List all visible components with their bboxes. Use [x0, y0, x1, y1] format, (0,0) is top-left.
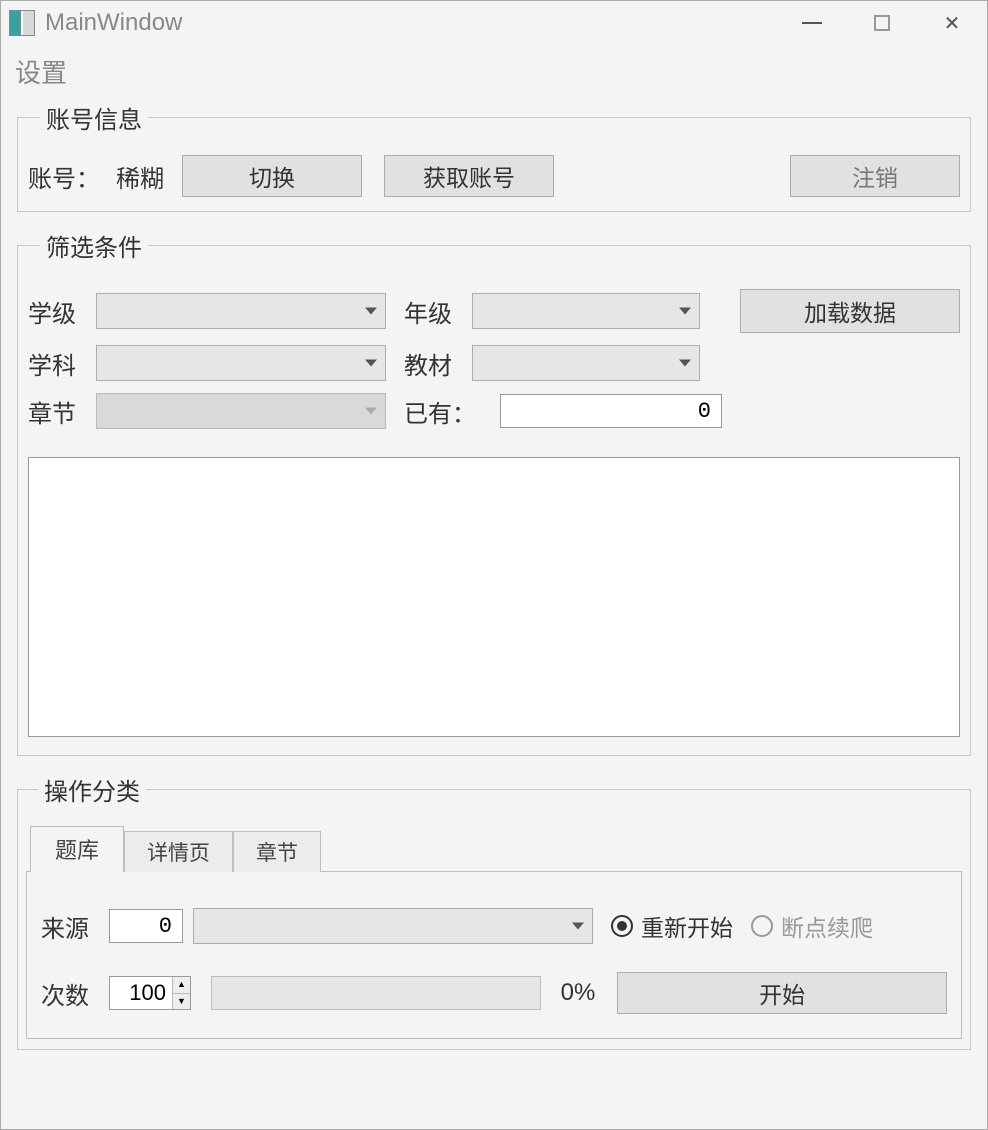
account-label: 账号： [28, 159, 100, 194]
tab-detail[interactable]: 详情页 [124, 831, 233, 872]
textbook-combo[interactable] [472, 345, 700, 381]
tab-bank[interactable]: 题库 [30, 826, 124, 872]
filter-group: 筛选条件 学级 年级 加载数据 学科 教材 章节 已有： [17, 228, 971, 756]
chapter-label: 章节 [28, 394, 86, 429]
chevron-down-icon [365, 308, 377, 315]
level-label: 学级 [28, 294, 86, 329]
chevron-down-icon [365, 408, 377, 415]
settings-heading: 设置 [13, 51, 975, 94]
subject-combo[interactable] [96, 345, 386, 381]
spin-up-icon[interactable]: ▲ [173, 977, 190, 994]
start-button[interactable]: 开始 [617, 972, 947, 1014]
existing-count-field[interactable] [500, 394, 722, 428]
main-window: MainWindow 设置 账号信息 账号： 稀糊 切换 获取账号 注销 筛选条… [0, 0, 988, 1130]
get-account-button[interactable]: 获取账号 [384, 155, 554, 197]
filter-group-legend: 筛选条件 [40, 228, 148, 263]
maximize-button[interactable] [847, 1, 917, 45]
account-group-legend: 账号信息 [40, 100, 148, 135]
radio-restart[interactable]: 重新开始 [611, 909, 733, 943]
chevron-down-icon [679, 360, 691, 367]
window-title: MainWindow [45, 9, 182, 37]
logout-button[interactable]: 注销 [790, 155, 960, 197]
results-listbox[interactable] [28, 457, 960, 737]
source-value-field[interactable] [109, 909, 183, 943]
subject-label: 学科 [28, 346, 86, 381]
switch-account-button[interactable]: 切换 [182, 155, 362, 197]
count-input[interactable] [110, 977, 172, 1009]
app-icon [9, 10, 35, 36]
count-label: 次数 [41, 976, 99, 1011]
grade-combo[interactable] [472, 293, 700, 329]
titlebar: MainWindow [1, 1, 987, 45]
textbook-label: 教材 [404, 346, 462, 381]
spin-down-icon[interactable]: ▼ [173, 994, 190, 1010]
chevron-down-icon [365, 360, 377, 367]
account-group: 账号信息 账号： 稀糊 切换 获取账号 注销 [17, 100, 971, 212]
load-data-button[interactable]: 加载数据 [740, 289, 960, 333]
close-icon [944, 9, 961, 37]
level-combo[interactable] [96, 293, 386, 329]
account-value: 稀糊 [116, 159, 164, 194]
tab-chapter[interactable]: 章节 [233, 831, 321, 872]
progress-bar [211, 976, 541, 1010]
source-label: 来源 [41, 909, 99, 944]
tabbar: 题库 详情页 章节 [30, 825, 962, 871]
ops-group-legend: 操作分类 [38, 772, 146, 807]
count-spinbox[interactable]: ▲ ▼ [109, 976, 191, 1010]
close-button[interactable] [917, 1, 987, 45]
minimize-button[interactable] [777, 1, 847, 45]
chevron-down-icon [572, 923, 584, 930]
tabpanel-bank: 来源 重新开始 断点续爬 次数 [26, 871, 962, 1039]
progress-percent: 0% [561, 979, 596, 1007]
grade-label: 年级 [404, 294, 462, 329]
content-area: 设置 账号信息 账号： 稀糊 切换 获取账号 注销 筛选条件 学级 年级 加载 [1, 45, 987, 1129]
existing-label: 已有： [404, 394, 490, 429]
source-combo[interactable] [193, 908, 593, 944]
chapter-combo [96, 393, 386, 429]
radio-dot-icon [751, 915, 773, 937]
radio-dot-icon [611, 915, 633, 937]
radio-resume: 断点续爬 [751, 909, 873, 943]
chevron-down-icon [679, 308, 691, 315]
ops-group: 操作分类 题库 详情页 章节 来源 重新开始 断点续爬 [17, 772, 971, 1050]
